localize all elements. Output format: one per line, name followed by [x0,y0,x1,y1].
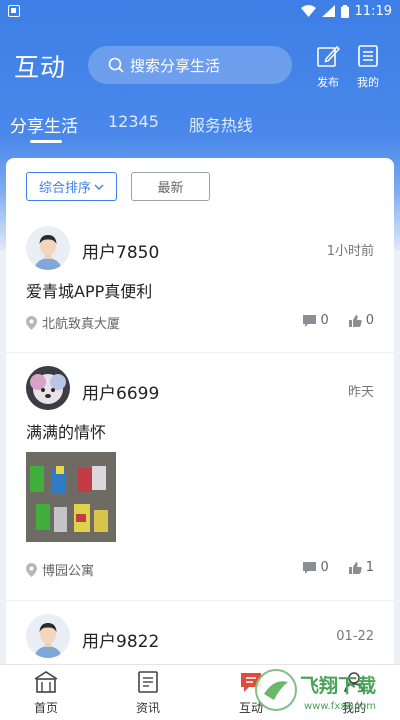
edit-icon [317,45,341,67]
search-icon [108,57,124,73]
comment-button[interactable]: 0 [303,313,329,328]
post-username: 用户9822 [82,632,160,652]
sort-comprehensive-button[interactable]: 综合排序 [26,172,118,201]
divider [6,600,394,601]
svg-text:飞翔下载: 飞翔下载 [300,674,376,697]
home-icon [34,671,58,693]
search-placeholder: 搜索分享生活 [130,56,221,75]
post-username: 用户7850 [82,243,160,263]
comment-icon [303,314,317,327]
post-location-label: 博园公寓 [42,564,95,579]
chevron-down-icon [94,184,104,190]
sort-latest-button[interactable]: 最新 [131,172,211,201]
mine-label: 我的 [357,76,379,89]
publish-label: 发布 [317,76,339,89]
post-stats: 0 0 [303,313,374,328]
divider [6,352,394,353]
post-location-label: 北航致真大厦 [42,317,121,332]
like-count: 0 [365,313,374,328]
tab-service-hotline[interactable]: 服务热线 [189,112,253,137]
nav-news[interactable]: 资讯 [118,671,178,716]
post-content: 满满的情怀 [26,423,107,442]
comment-count: 0 [320,560,329,575]
feed-card: 综合排序 最新 用户7850 1小时前 爱青城APP真便利 北航致真大厦 0 0… [6,158,394,678]
comment-count: 0 [320,313,329,328]
publish-button[interactable]: 发布 [314,44,342,90]
battery-icon [340,4,349,18]
sort-row: 综合排序 最新 [26,172,211,201]
status-bar: 11:19 [0,0,400,22]
post-location[interactable]: 北航致真大厦 [26,313,120,332]
post-time: 01-22 [336,629,374,644]
like-button[interactable]: 0 [348,313,374,328]
svg-text:www.fxxz.com: www.fxxz.com [304,701,376,712]
wifi-icon [300,5,316,17]
post-username: 用户6699 [82,384,160,404]
post-photo[interactable] [26,452,116,542]
signal-icon [321,5,335,17]
location-pin-icon [26,562,37,577]
tab-12345[interactable]: 12345 [108,112,159,137]
sort-comprehensive-label: 综合排序 [39,181,92,196]
nav-home-label: 首页 [33,701,58,715]
document-icon [358,45,378,67]
like-count: 1 [365,560,374,575]
comment-button[interactable]: 0 [303,560,329,575]
status-time: 11:19 [354,3,392,19]
mine-button[interactable]: 我的 [354,44,382,90]
comment-icon [303,561,317,574]
post-content: 爱青城APP真便利 [26,282,153,301]
page-title: 互动 [14,53,67,82]
thumbs-up-icon [348,314,362,327]
nav-home[interactable]: 首页 [16,671,76,716]
location-pin-icon [26,315,37,330]
news-icon [138,671,158,693]
tab-share-life[interactable]: 分享生活 [10,112,78,143]
search-input[interactable]: 搜索分享生活 [88,46,292,84]
sort-latest-label: 最新 [157,181,184,196]
like-button[interactable]: 1 [348,560,374,575]
watermark-logo: 飞翔下载 www.fxxz.com [252,664,400,720]
post-time: 1小时前 [326,244,374,259]
avatar[interactable] [26,614,70,658]
notification-icon [8,5,20,17]
post-time: 昨天 [347,385,374,400]
avatar[interactable] [26,366,70,410]
avatar[interactable] [26,226,70,270]
post-location[interactable]: 博园公寓 [26,560,94,579]
nav-news-label: 资讯 [135,701,160,715]
post-stats: 0 1 [303,560,374,575]
thumbs-up-icon [348,561,362,574]
category-tabs: 分享生活 12345 服务热线 [10,112,283,143]
